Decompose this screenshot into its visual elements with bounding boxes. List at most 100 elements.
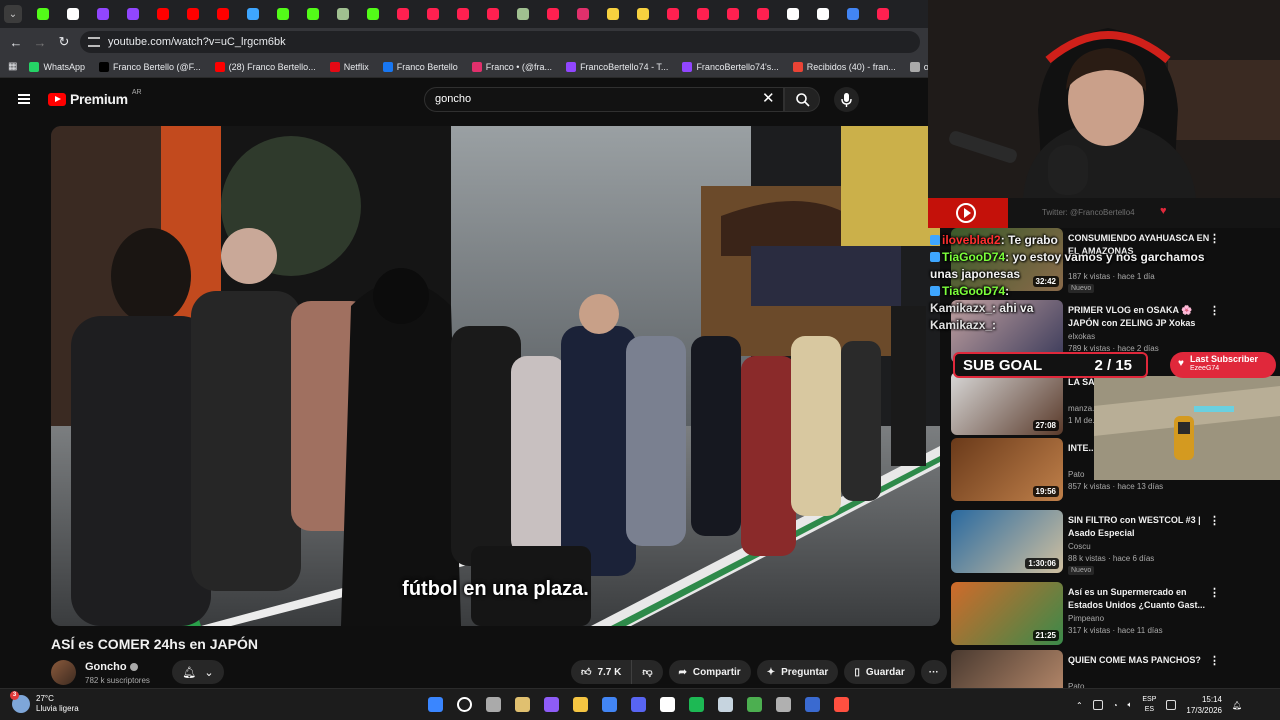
taskbar-app-icon[interactable] (482, 693, 505, 716)
taskbar-app-icon[interactable] (540, 693, 563, 716)
recommended-video[interactable]: 1:30:06 SIN FILTRO con WESTCOL #3 | Asado… (951, 510, 1271, 576)
tab-search-icon[interactable]: ⌄ (4, 5, 22, 23)
clock[interactable]: 15:14 17/3/2026 (1186, 694, 1222, 716)
like-button[interactable]: 👍︎ 7.7 K (571, 660, 633, 684)
clear-search-icon[interactable]: ✕ (762, 89, 775, 107)
taskbar-app-icon[interactable] (743, 693, 766, 716)
browser-tab[interactable] (748, 0, 778, 28)
browser-tab[interactable] (208, 0, 238, 28)
browser-tab[interactable] (718, 0, 748, 28)
wifi-icon[interactable]: ◔ (1113, 701, 1118, 710)
bookmark-item[interactable]: (28) Franco Bertello... (214, 61, 316, 72)
url-text: youtube.com/watch?v=uC_lrgcm6bk (108, 36, 286, 48)
taskbar-app-icon[interactable] (772, 693, 795, 716)
browser-tab[interactable] (448, 0, 478, 28)
more-actions-button[interactable]: ··· (920, 660, 947, 684)
browser-tab[interactable] (28, 0, 58, 28)
taskbar-app-icon[interactable] (685, 693, 708, 716)
tray-app-icon[interactable] (1092, 700, 1103, 710)
browser-tab[interactable] (238, 0, 268, 28)
start-button[interactable] (424, 693, 447, 716)
browser-tab[interactable] (808, 0, 838, 28)
video-thumbnail[interactable]: 21:25 (951, 582, 1063, 645)
browser-tab[interactable] (268, 0, 298, 28)
bookmark-item[interactable]: FrancoBertello74 - T... (566, 61, 668, 72)
search-icon[interactable] (453, 693, 476, 716)
taskbar-app-icon[interactable] (830, 693, 853, 716)
browser-tab[interactable] (658, 0, 688, 28)
video-player[interactable]: fútbol en una plaza. (51, 126, 940, 626)
browser-tab[interactable] (118, 0, 148, 28)
chevron-up-icon[interactable]: ⌃ (1076, 701, 1083, 710)
browser-tab[interactable] (88, 0, 118, 28)
browser-tab[interactable] (298, 0, 328, 28)
recommended-video[interactable]: 21:25 Así es un Supermercado en Estados U… (951, 582, 1271, 648)
bookmark-item[interactable]: Franco Bertello (@F... (98, 61, 201, 72)
menu-icon[interactable] (18, 94, 30, 104)
reload-icon[interactable]: ↻ (52, 34, 76, 50)
browser-tab[interactable] (358, 0, 388, 28)
more-options-icon[interactable]: ⋮ (1209, 514, 1220, 527)
browser-tab[interactable] (868, 0, 898, 28)
youtube-logo[interactable]: Premium AR (48, 89, 142, 107)
address-bar[interactable]: youtube.com/watch?v=uC_lrgcm6bk (80, 31, 920, 53)
bookmark-item[interactable]: Recibidos (40) - fran... (792, 61, 896, 72)
search-input[interactable]: goncho (424, 87, 784, 112)
search-button[interactable] (784, 87, 820, 112)
weather-widget[interactable]: 3 27°C Lluvia ligera (10, 691, 79, 714)
browser-tab[interactable] (478, 0, 508, 28)
app-glyph-icon (805, 697, 820, 712)
share-button[interactable]: ➦ Compartir (668, 660, 751, 684)
dislike-button[interactable]: 👎︎ (632, 660, 663, 684)
channel-avatar[interactable] (51, 660, 76, 685)
bookmark-item[interactable]: WhatsApp (29, 61, 85, 72)
browser-tab[interactable] (148, 0, 178, 28)
browser-tab[interactable] (178, 0, 208, 28)
browser-tab[interactable] (388, 0, 418, 28)
video-thumbnail[interactable] (951, 650, 1063, 688)
video-thumbnail[interactable]: 19:56 (951, 438, 1063, 501)
bookmark-item[interactable]: Franco Bertello (382, 61, 458, 72)
bookmark-item[interactable]: Netflix (329, 61, 369, 72)
notifications-button[interactable]: 🔔︎ ⌄ (172, 660, 224, 684)
video-thumbnail[interactable]: 1:30:06 (951, 510, 1063, 573)
taskbar-app-icon[interactable] (569, 693, 592, 716)
browser-tab[interactable] (58, 0, 88, 28)
taskbar-app-icon[interactable] (801, 693, 824, 716)
bookmark-item[interactable]: Franco • (@fra... (471, 61, 552, 72)
site-info-icon[interactable] (88, 37, 100, 47)
taskbar-app-icon[interactable] (598, 693, 621, 716)
channel-name[interactable]: Goncho (85, 661, 138, 673)
more-options-icon[interactable]: ⋮ (1209, 654, 1220, 667)
browser-tab[interactable] (328, 0, 358, 28)
recommended-video[interactable]: QUIEN COME MAS PANCHOS?Pato534 k vistas … (951, 650, 1271, 688)
notifications-icon[interactable]: 🔔︎ (1232, 701, 1242, 710)
taskbar-app-icon[interactable] (627, 693, 650, 716)
browser-tab[interactable] (418, 0, 448, 28)
browser-tab[interactable] (628, 0, 658, 28)
browser-tab[interactable] (568, 0, 598, 28)
browser-tab[interactable] (778, 0, 808, 28)
bookmark-item[interactable]: outlook (909, 61, 928, 72)
back-icon[interactable]: ← (4, 35, 28, 50)
browser-tab[interactable] (688, 0, 718, 28)
video-thumbnail[interactable]: 27:08 (951, 372, 1063, 435)
taskbar-app-icon[interactable] (511, 693, 534, 716)
language-indicator[interactable]: ESP ES (1142, 695, 1156, 715)
browser-tab[interactable] (598, 0, 628, 28)
volume-icon[interactable]: 🔈︎ (1128, 700, 1133, 710)
forward-icon[interactable]: → (28, 35, 52, 50)
apps-grid-icon[interactable]: ▦ (8, 61, 17, 72)
taskbar-app-icon[interactable] (714, 693, 737, 716)
save-button[interactable]: ▯ Guardar (844, 660, 915, 684)
chat-badge-icon (930, 235, 940, 245)
ask-button[interactable]: ✦ Preguntar (756, 660, 839, 684)
network-icon[interactable] (1166, 700, 1177, 710)
browser-tab[interactable] (838, 0, 868, 28)
voice-search-button[interactable] (834, 87, 859, 112)
browser-tab[interactable] (538, 0, 568, 28)
bookmark-item[interactable]: FrancoBertello74's... (682, 61, 779, 72)
more-options-icon[interactable]: ⋮ (1209, 586, 1220, 599)
browser-tab[interactable] (508, 0, 538, 28)
taskbar-app-icon[interactable] (656, 693, 679, 716)
